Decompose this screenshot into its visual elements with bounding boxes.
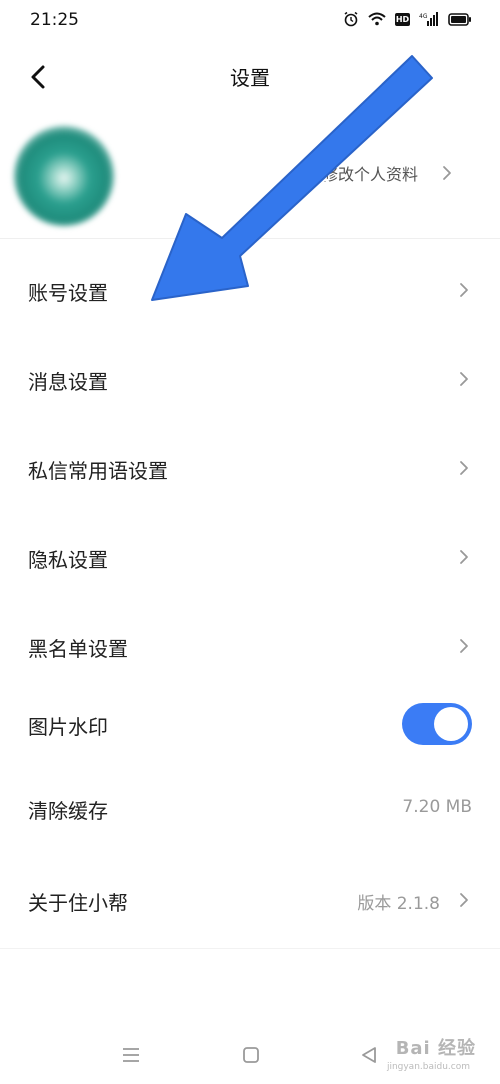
account-settings-row[interactable]: 账号设置	[0, 244, 500, 333]
status-icons: HD 4G	[343, 11, 472, 27]
setting-label: 消息设置	[28, 370, 108, 394]
status-time: 21:25	[30, 10, 79, 30]
about-row[interactable]: 关于住小帮 版本 2.1.8	[0, 859, 500, 948]
chevron-right-icon	[458, 548, 470, 566]
back-triangle-icon[interactable]	[356, 1042, 382, 1068]
divider	[0, 238, 500, 239]
clear-cache-row[interactable]: 清除缓存 7.20 MB	[0, 767, 500, 859]
blacklist-settings-row[interactable]: 黑名单设置	[0, 600, 500, 689]
setting-label: 黑名单设置	[28, 637, 128, 661]
chevron-right-icon	[458, 370, 470, 388]
chevron-right-icon	[458, 459, 470, 477]
image-watermark-row: 图片水印	[0, 689, 500, 767]
status-bar: 21:25 HD 4G	[0, 0, 500, 44]
chevron-right-icon	[458, 637, 470, 655]
wifi-icon	[368, 12, 386, 26]
bottom-divider	[0, 948, 500, 949]
setting-label: 账号设置	[28, 281, 108, 305]
header: 设置	[0, 50, 500, 102]
hd-icon: HD	[395, 12, 410, 26]
message-settings-row[interactable]: 消息设置	[0, 333, 500, 422]
alarm-icon	[343, 11, 359, 27]
avatar[interactable]	[14, 126, 114, 226]
setting-label: 私信常用语设置	[28, 459, 168, 483]
profile-row[interactable]: 修改个人资料	[0, 118, 500, 230]
version-value: 版本 2.1.8	[357, 894, 440, 914]
chevron-right-icon	[458, 281, 470, 299]
signal-4g-icon: 4G	[419, 12, 439, 26]
home-icon[interactable]	[238, 1042, 264, 1068]
battery-icon	[448, 12, 472, 26]
settings-list: 账号设置 消息设置 私信常用语设置 隐私设置 黑名单设置 图片水印 清除缓存 7…	[0, 244, 500, 948]
settings-screen: 21:25 HD 4G 设置 修改个人资料 账号设置 消息设置 私信常用语设置 …	[0, 0, 500, 1084]
svg-text:4G: 4G	[419, 13, 428, 20]
chevron-right-icon	[441, 164, 453, 182]
baidu-watermark-url: jingyan.baidu.com	[386, 1062, 470, 1072]
privacy-settings-row[interactable]: 隐私设置	[0, 511, 500, 600]
setting-label: 图片水印	[28, 715, 108, 739]
setting-label: 关于住小帮	[28, 891, 128, 915]
toggle-knob	[434, 707, 468, 741]
chevron-right-icon	[458, 891, 470, 909]
baidu-watermark: Bai 经验	[395, 1038, 476, 1059]
setting-label: 隐私设置	[28, 548, 108, 572]
setting-label: 清除缓存	[28, 799, 108, 823]
watermark-toggle[interactable]	[402, 703, 472, 745]
menu-icon[interactable]	[118, 1042, 144, 1068]
page-title: 设置	[230, 66, 270, 90]
edit-profile-label: 修改个人资料	[311, 161, 418, 185]
dm-phrases-settings-row[interactable]: 私信常用语设置	[0, 422, 500, 511]
cache-size-value: 7.20 MB	[402, 797, 472, 817]
